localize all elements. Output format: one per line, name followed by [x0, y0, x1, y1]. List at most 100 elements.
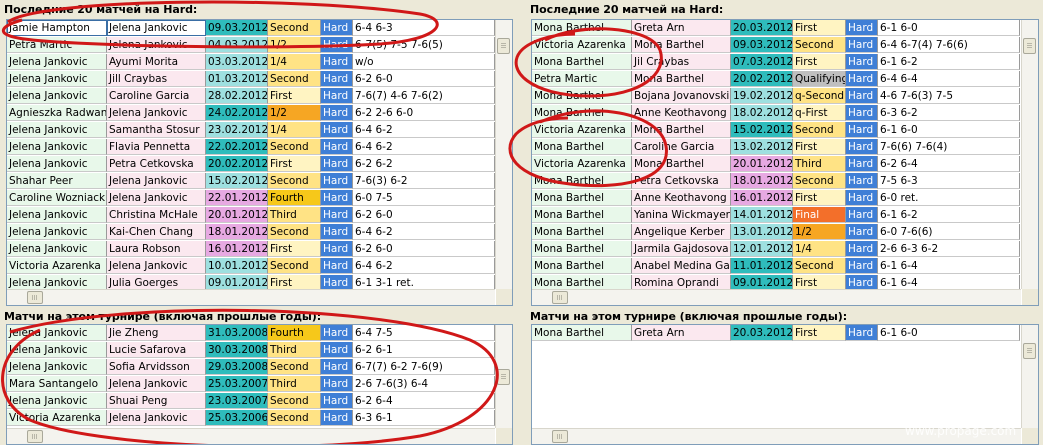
- cell-date[interactable]: 07.03.2012: [731, 54, 793, 70]
- cell-round[interactable]: Second: [268, 71, 321, 87]
- cell-score[interactable]: 6-2 6-0: [353, 241, 495, 257]
- table-row[interactable]: Petra Martic Jelena Jankovic 04.03.2012 1/2…: [7, 37, 495, 54]
- cell-player2[interactable]: Mona Barthel: [632, 122, 731, 138]
- cell-date[interactable]: 20.03.2012: [731, 20, 793, 36]
- cell-surface[interactable]: Hard: [846, 190, 878, 206]
- cell-surface[interactable]: Hard: [321, 359, 353, 375]
- cell-round[interactable]: First: [793, 190, 846, 206]
- table-row[interactable]: Jelena Jankovic Caroline Garcia 28.02.2012…: [7, 88, 495, 105]
- scroll-thumb[interactable]: [552, 430, 568, 443]
- cell-date[interactable]: 16.01.2012: [206, 241, 268, 257]
- cell-round[interactable]: 1/4: [268, 54, 321, 70]
- cell-round[interactable]: First: [793, 139, 846, 155]
- cell-player2[interactable]: Jelena Jankovic: [107, 20, 206, 36]
- table-row[interactable]: Jelena Jankovic Petra Cetkovska 20.02.2012…: [7, 156, 495, 173]
- cell-player2[interactable]: Jill Craybas: [107, 71, 206, 87]
- cell-surface[interactable]: Hard: [846, 258, 878, 274]
- cell-player1[interactable]: Mona Barthel: [532, 54, 632, 70]
- cell-player2[interactable]: Angelique Kerber: [632, 224, 731, 240]
- cell-date[interactable]: 24.02.2012: [206, 105, 268, 121]
- cell-player2[interactable]: Jarmila Gajdosova: [632, 241, 731, 257]
- cell-round[interactable]: Second: [268, 20, 321, 36]
- cell-score[interactable]: 7-5 6-3: [878, 173, 1020, 189]
- cell-date[interactable]: 20.02.2012: [206, 156, 268, 172]
- table-row[interactable]: Victoria Azarenka Jelena Jankovic 10.01.20…: [7, 258, 495, 275]
- cell-surface[interactable]: Hard: [846, 241, 878, 257]
- cell-date[interactable]: 28.02.2012: [206, 88, 268, 104]
- cell-surface[interactable]: Hard: [846, 173, 878, 189]
- cell-player2[interactable]: Mona Barthel: [632, 37, 731, 53]
- cell-date[interactable]: 10.01.2012: [206, 258, 268, 274]
- cell-player2[interactable]: Jelena Jankovic: [107, 258, 206, 274]
- cell-score[interactable]: 6-2 6-4: [353, 393, 495, 409]
- table-row[interactable]: Victoria Azarenka Mona Barthel 20.01.2012 T…: [532, 156, 1021, 173]
- cell-surface[interactable]: Hard: [321, 410, 353, 426]
- cell-player2[interactable]: Shuai Peng: [107, 393, 206, 409]
- cell-date[interactable]: 18.02.2012: [731, 105, 793, 121]
- cell-player1[interactable]: Petra Martic: [7, 37, 107, 53]
- cell-player2[interactable]: Greta Arn: [632, 325, 731, 341]
- cell-surface[interactable]: Hard: [321, 190, 353, 206]
- cell-score[interactable]: 6-4 6-2: [353, 224, 495, 240]
- cell-score[interactable]: 6-0 7-6(6): [878, 224, 1020, 240]
- cell-round[interactable]: Second: [793, 258, 846, 274]
- cell-round[interactable]: Fourth: [268, 325, 321, 341]
- table-row[interactable]: Jelena Jankovic Jill Craybas 01.03.2012 Sec…: [7, 71, 495, 88]
- cell-player2[interactable]: Jil Craybas: [632, 54, 731, 70]
- cell-score[interactable]: 6-3 6-2: [878, 105, 1020, 121]
- table-row[interactable]: Mona Barthel Anne Keothavong 16.01.2012 Fir…: [532, 190, 1021, 207]
- table-row[interactable]: Mona Barthel Bojana Jovanovski 19.02.2012 q…: [532, 88, 1021, 105]
- cell-surface[interactable]: Hard: [846, 105, 878, 121]
- scroll-thumb[interactable]: [27, 430, 43, 443]
- cell-date[interactable]: 14.01.2012: [731, 207, 793, 223]
- cell-score[interactable]: 6-1 6-0: [878, 20, 1020, 36]
- cell-score[interactable]: 6-4 7-5: [353, 325, 495, 341]
- cell-date[interactable]: 31.03.2008: [206, 325, 268, 341]
- scroll-thumb[interactable]: [1023, 38, 1036, 54]
- cell-date[interactable]: 16.01.2012: [731, 190, 793, 206]
- table-row[interactable]: Jelena Jankovic Jie Zheng 31.03.2008 Fourth…: [7, 325, 495, 342]
- cell-date[interactable]: 25.03.2006: [206, 410, 268, 426]
- cell-round[interactable]: Second: [268, 393, 321, 409]
- cell-player2[interactable]: Caroline Garcia: [107, 88, 206, 104]
- cell-player1[interactable]: Jelena Jankovic: [7, 71, 107, 87]
- table-row[interactable]: Mona Barthel Caroline Garcia 13.02.2012 Fir…: [532, 139, 1021, 156]
- cell-surface[interactable]: Hard: [321, 122, 353, 138]
- cell-score[interactable]: 6-4 6-2: [353, 122, 495, 138]
- cell-round[interactable]: Fourth: [268, 190, 321, 206]
- table-row[interactable]: Jamie Hampton Jelena Jankovic 09.03.2012 Se…: [7, 20, 495, 37]
- cell-date[interactable]: 20.02.2012: [731, 71, 793, 87]
- cell-round[interactable]: Second: [793, 173, 846, 189]
- cell-round[interactable]: q-First: [793, 105, 846, 121]
- cell-surface[interactable]: Hard: [321, 139, 353, 155]
- cell-player2[interactable]: Sofia Arvidsson: [107, 359, 206, 375]
- cell-score[interactable]: 6-2 6-1: [353, 342, 495, 358]
- table-row[interactable]: Petra Martic Mona Barthel 20.02.2012 Qualif…: [532, 71, 1021, 88]
- cell-score[interactable]: 6-4 6-7(4) 7-6(6): [878, 37, 1020, 53]
- cell-score[interactable]: w/o: [353, 54, 495, 70]
- cell-player1[interactable]: Jelena Jankovic: [7, 207, 107, 223]
- cell-player1[interactable]: Mona Barthel: [532, 139, 632, 155]
- cell-player1[interactable]: Jelena Jankovic: [7, 325, 107, 341]
- cell-player1[interactable]: Shahar Peer: [7, 173, 107, 189]
- cell-surface[interactable]: Hard: [321, 376, 353, 392]
- cell-score[interactable]: 6-3 6-1: [353, 410, 495, 426]
- cell-round[interactable]: Second: [268, 224, 321, 240]
- cell-date[interactable]: 30.03.2008: [206, 342, 268, 358]
- cell-surface[interactable]: Hard: [321, 241, 353, 257]
- cell-date[interactable]: 12.01.2012: [731, 241, 793, 257]
- cell-player1[interactable]: Mara Santangelo: [7, 376, 107, 392]
- cell-score[interactable]: 6-1 6-0: [878, 325, 1020, 341]
- table-row[interactable]: Jelena Jankovic Lucie Safarova 30.03.2008 T…: [7, 342, 495, 359]
- cell-player2[interactable]: Anne Keothavong: [632, 105, 731, 121]
- cell-score[interactable]: 6-1 6-2: [878, 207, 1020, 223]
- cell-score[interactable]: 6-2 6-4: [878, 156, 1020, 172]
- cell-surface[interactable]: Hard: [846, 224, 878, 240]
- table-row[interactable]: Agnieszka Radwans Jelena Jankovic 24.02.20…: [7, 105, 495, 122]
- cell-player2[interactable]: Lucie Safarova: [107, 342, 206, 358]
- cell-surface[interactable]: Hard: [321, 393, 353, 409]
- cell-player1[interactable]: Mona Barthel: [532, 241, 632, 257]
- cell-score[interactable]: 6-1 6-0: [878, 122, 1020, 138]
- cell-surface[interactable]: Hard: [321, 20, 353, 36]
- table-row[interactable]: Mona Barthel Anne Keothavong 18.02.2012 q-F…: [532, 105, 1021, 122]
